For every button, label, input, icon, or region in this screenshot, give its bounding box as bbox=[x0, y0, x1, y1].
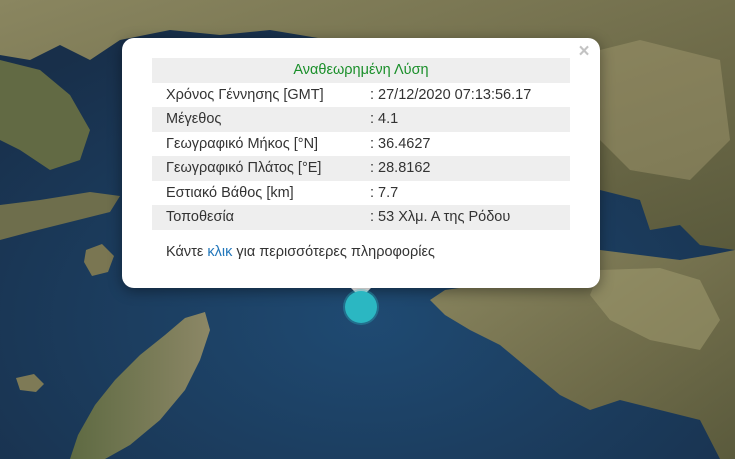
info-title-row: Αναθεωρημένη Λύση bbox=[152, 58, 570, 83]
latitude-value: : 36.4627 bbox=[370, 135, 431, 152]
earthquake-info-table: Αναθεωρημένη Λύση Χρόνος Γέννησης [GMT] … bbox=[152, 58, 570, 230]
table-row: Εστιακό Βάθος [km] : 7.7 bbox=[152, 181, 570, 206]
location-value: : 53 Χλμ. Α της Ρόδου bbox=[370, 205, 570, 230]
popup-title: Αναθεωρημένη Λύση bbox=[152, 58, 570, 83]
table-row: Γεωγραφικό Πλάτος [°E] : 28.8162 bbox=[152, 156, 570, 181]
more-info-link[interactable]: κλικ bbox=[207, 244, 232, 260]
close-icon[interactable]: × bbox=[574, 42, 594, 62]
magnitude-value: : 4.1 bbox=[370, 107, 570, 132]
depth-label: Εστιακό Βάθος [km] bbox=[166, 184, 294, 201]
earthquake-popup: × Αναθεωρημένη Λύση Χρόνος Γέννησης [GMT… bbox=[122, 38, 600, 288]
table-row: Χρόνος Γέννησης [GMT] : 27/12/2020 07:13… bbox=[152, 83, 570, 108]
more-info-prefix: Κάντε bbox=[166, 244, 208, 260]
more-info-suffix: για περισσότερες πληροφορίες bbox=[232, 244, 435, 260]
epicenter-marker[interactable] bbox=[345, 291, 377, 323]
more-info-line: Κάντε κλικ για περισσότερες πληροφορίες bbox=[166, 244, 435, 260]
latitude-label: Γεωγραφικό Μήκος [°N] bbox=[166, 135, 319, 152]
longitude-label: Γεωγραφικό Πλάτος [°E] bbox=[152, 156, 370, 181]
location-label: Τοποθεσία bbox=[152, 205, 370, 230]
table-row: Τοποθεσία : 53 Χλμ. Α της Ρόδου bbox=[152, 205, 570, 230]
table-row: Μέγεθος : 4.1 bbox=[152, 107, 570, 132]
magnitude-label: Μέγεθος bbox=[152, 107, 370, 132]
longitude-value: : 28.8162 bbox=[370, 156, 570, 181]
depth-value: : 7.7 bbox=[370, 184, 399, 201]
table-row: Γεωγραφικό Μήκος [°N] : 36.4627 bbox=[152, 132, 570, 157]
origin-time-value: : 27/12/2020 07:13:56.17 bbox=[370, 86, 532, 103]
origin-time-label: Χρόνος Γέννησης [GMT] bbox=[166, 86, 324, 103]
